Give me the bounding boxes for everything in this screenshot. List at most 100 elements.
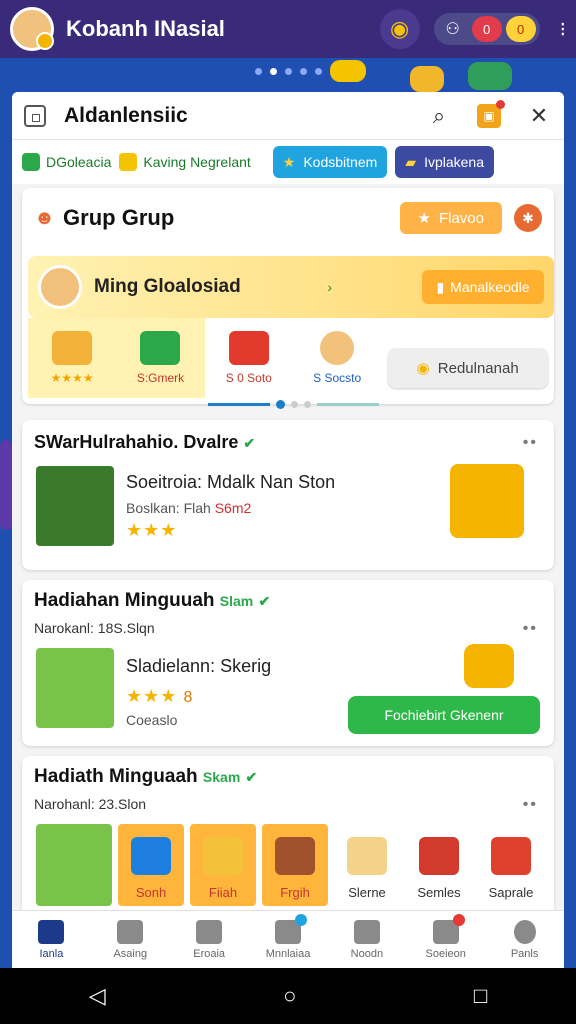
card-badge: Slam [219, 593, 254, 609]
recent-apps-icon[interactable]: □ [474, 983, 487, 1009]
more-options-icon[interactable]: •• [523, 620, 538, 638]
hammer-icon [117, 919, 144, 944]
reward-item[interactable]: S:Gmerk [116, 318, 205, 398]
group-title: Grup Grup [63, 205, 175, 230]
reward-tile[interactable]: Saprale [478, 824, 544, 906]
redeem-wrap: ◉ Redulnanah [381, 318, 555, 398]
gift-box-icon [275, 837, 315, 875]
more-options-icon[interactable]: •• [523, 434, 538, 452]
member-avatar [38, 265, 82, 309]
member-action-button[interactable]: ▮ Manalkeodle [422, 270, 544, 304]
reward-item[interactable]: ★★★★ [28, 318, 117, 398]
reward-tile-label: Frgih [280, 885, 310, 900]
friends-icon[interactable]: ⚇ [438, 16, 468, 42]
reward-item[interactable]: S 0 Soto [204, 318, 293, 398]
chevron-right-icon: › [327, 279, 332, 295]
carousel-indicator [0, 68, 576, 75]
gift-button[interactable]: ▣ [476, 99, 505, 129]
nav-label: Soeieon [425, 947, 466, 960]
reward-tile[interactable]: Sonh [118, 824, 184, 906]
event-card-1[interactable]: SWarHulrahahio. Dvalre ✔ •• Soeitroia: M… [22, 420, 554, 570]
reward-tile[interactable]: Slerne [334, 824, 400, 906]
carousel-dot [254, 68, 262, 75]
person-icon [513, 919, 536, 944]
more-options-icon[interactable]: •• [523, 796, 538, 814]
calendar-icon [432, 913, 465, 944]
reward-item[interactable]: S Socsto [292, 318, 382, 398]
background-leaf-decor [0, 440, 12, 530]
card-row-text: Soeitroia: Mdalk Nan Ston [126, 472, 335, 493]
filter-button-1[interactable]: ★ Kodsbitnem [272, 146, 388, 178]
card-row-text-value: Soeitroia: Mdalk Nan Ston [126, 472, 336, 492]
nav-profile[interactable]: Panls [485, 911, 564, 968]
group-action-button[interactable]: ★ Flavoo [399, 202, 502, 234]
group-icon: ☻ [34, 206, 56, 229]
star-icon: ★ [417, 210, 431, 227]
redeem-button[interactable]: ◉ Redulnanah [387, 348, 548, 388]
search-icon[interactable]: ⌕ [426, 103, 452, 129]
card-title-text: SWarHulrahahio. Dvalre [34, 432, 239, 452]
filter-chip-icon [119, 153, 138, 171]
nav-label: Asaing [113, 947, 148, 960]
carousel-dot [299, 68, 307, 75]
gift-icon: ▣ [477, 99, 505, 128]
nav-season[interactable]: Soeieon [406, 911, 485, 968]
coin-bag-icon[interactable]: ◉ [379, 9, 420, 49]
member-row[interactable]: Ming Gloalosiad › ▮ Manalkeodle [28, 256, 554, 318]
bunny-thumbnail [36, 466, 114, 546]
reward-label: S 0 Soto [225, 371, 272, 385]
nav-label: Panls [510, 947, 539, 960]
reward-tile[interactable]: Fiiah [190, 824, 256, 906]
home-button-icon[interactable]: ○ [283, 983, 296, 1009]
card-subtitle: Narokanl: 18S.Slqn [34, 620, 155, 636]
nav-tools[interactable]: Asaing [91, 911, 170, 968]
reward-tile[interactable]: Frgih [262, 824, 328, 906]
event-card-2[interactable]: Hadiahan Minguuah Slam ✔ Narokanl: 18S.S… [22, 580, 554, 746]
close-icon[interactable]: ✕ [526, 103, 552, 129]
card-title: Hadiath Minguaah Skam ✔ [34, 766, 257, 788]
reward-tile[interactable]: Semles [406, 824, 472, 906]
nav-missions[interactable]: Mnnlaiaa [249, 911, 328, 968]
gold-bars-icon [52, 331, 93, 365]
filter-button-2[interactable]: ▰ Ivplakena [395, 146, 494, 178]
scroll-bar [317, 403, 379, 406]
nav-social[interactable]: Noodn [327, 911, 406, 968]
filter-chip-1[interactable]: DGoleacia [22, 153, 111, 171]
verified-icon: ✔ [245, 769, 258, 785]
currency-pill[interactable]: ⚇ 0 0 [433, 13, 540, 45]
claim-button[interactable]: Fochiebirt Gkenenr [348, 696, 540, 734]
more-menu-icon[interactable]: ⁝ [560, 17, 566, 42]
system-navigation-bar: ◁ ○ □ [0, 968, 576, 1024]
home-icon[interactable] [24, 104, 46, 127]
back-icon[interactable]: ◁ [89, 983, 106, 1009]
settings-icon[interactable]: ✱ [514, 204, 542, 232]
reward-label: S Socsto [313, 371, 362, 385]
rating-stars-value: ★★★ [126, 686, 178, 706]
star-icon: ★ [282, 153, 296, 170]
hammer-icon [464, 644, 514, 688]
card-title: SWarHulrahahio. Dvalre ✔ [34, 432, 255, 453]
bottom-navigation: Ianla Asaing Eroaia Mnnlaiaa Noodn Soeie… [12, 910, 564, 968]
checklist-icon [275, 913, 307, 944]
nav-home[interactable]: Ianla [12, 911, 91, 968]
rewards-scroll-indicator [208, 400, 379, 409]
reward-tile-character[interactable] [36, 824, 112, 906]
nav-pets[interactable]: Eroaia [170, 911, 249, 968]
rating-stars: ★★★ [126, 520, 178, 540]
nav-label: Eroaia [193, 947, 226, 960]
background-leaf-decor [468, 62, 512, 90]
jar-icon: ▮ [436, 278, 445, 295]
nav-label: Ianla [39, 947, 64, 960]
verified-icon: ✔ [243, 435, 256, 451]
shield-icon [140, 331, 181, 365]
card-row-text-value: Sladielann: Skerig [126, 656, 272, 676]
group-header: ☻ Grup Grup ★ Flavoo ✱ [22, 188, 554, 248]
hand-icon [353, 919, 380, 944]
nav-label: Mnnlaiaa [265, 947, 311, 960]
user-avatar[interactable] [10, 7, 54, 51]
notification-badge [295, 913, 307, 926]
group-action-label: Flavoo [438, 209, 484, 227]
filter-chip-2[interactable]: Kaving Negrelant [119, 153, 251, 171]
book-icon [131, 837, 171, 875]
carousel-dot-active [269, 68, 277, 75]
